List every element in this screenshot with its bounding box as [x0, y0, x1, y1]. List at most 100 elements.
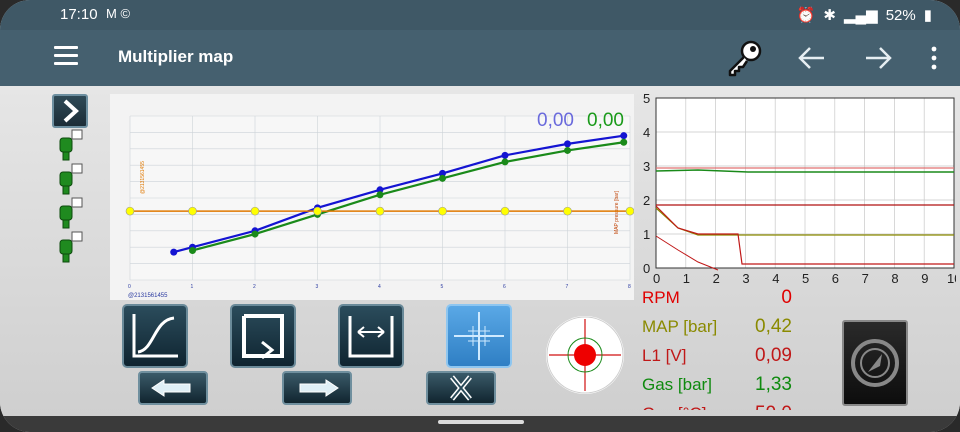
data-point — [438, 206, 447, 216]
navigation-bar — [0, 416, 960, 432]
arrow-left-icon[interactable] — [796, 42, 828, 74]
y-tick-label: 5 — [643, 91, 650, 106]
data-point — [251, 230, 259, 238]
x-tick-label: 3 — [316, 284, 319, 290]
readout-label: Gas [°C] — [642, 404, 706, 410]
readout-value: 0 — [781, 287, 792, 308]
hamburger-menu-icon[interactable] — [54, 46, 78, 66]
readout-blue: 0,00 — [537, 110, 574, 131]
alarm-icon: ⏰ — [796, 7, 816, 24]
data-point — [250, 206, 260, 216]
page-title: Multiplier map — [118, 47, 234, 66]
injector-column — [59, 129, 83, 263]
key-icon[interactable] — [722, 38, 766, 78]
x-tick-label: 7 — [566, 284, 569, 290]
data-point — [625, 206, 634, 216]
x-tick-label: 10 — [947, 271, 956, 286]
x-tick-label: 5 — [802, 271, 809, 286]
status-bar: 17:10 M © ⏰ ✱ ▂▄▆ 52% ▮ — [0, 0, 960, 30]
x-tick-label: 5 — [441, 284, 444, 290]
data-point — [125, 206, 135, 216]
x-tick-label: 0 — [128, 284, 131, 290]
rect-arrow-icon — [242, 314, 284, 360]
data-point — [501, 158, 509, 166]
status-time: 17:10 — [60, 6, 98, 23]
data-point — [375, 206, 385, 216]
x-tick-label: 6 — [832, 271, 839, 286]
close-icon — [450, 375, 472, 401]
data-point — [170, 248, 178, 256]
move-left-button[interactable] — [138, 371, 208, 405]
readout-row: Gas [°C] 59,0 — [640, 400, 800, 410]
data-point — [439, 174, 446, 182]
data-point — [564, 140, 571, 148]
data-point — [620, 138, 628, 146]
readout-row: RPM 0 — [640, 284, 800, 313]
notification-icons: M © — [106, 6, 131, 21]
data-point — [620, 132, 628, 140]
app-bar: Multiplier map — [0, 30, 960, 86]
home-indicator[interactable] — [438, 420, 524, 424]
chevron-right-icon[interactable] — [52, 94, 88, 128]
arrow-right-icon[interactable] — [862, 42, 894, 74]
arrow-right-icon — [299, 379, 339, 397]
width-button[interactable] — [338, 304, 404, 368]
readouts-panel: RPM 0 MAP [bar] 0,42 L1 [V] 0,09 Gas [bar] 1,33… — [640, 284, 800, 410]
more-vert-icon[interactable] — [924, 45, 944, 71]
width-icon — [348, 316, 394, 358]
gauge-icon — [851, 339, 899, 387]
data-point — [501, 151, 509, 159]
data-point — [189, 246, 196, 254]
gauge-button[interactable] — [842, 320, 908, 406]
curve-button[interactable] — [122, 304, 188, 368]
left-axis-code: @2131561455 — [140, 161, 146, 194]
multiplier-chart[interactable]: 0 1 2 3 4 5 6 7 8 @2131561455 @2131561455 MAP pr… — [110, 94, 634, 300]
y-tick-label: 3 — [643, 159, 650, 174]
y-tick-label: 0 — [643, 261, 650, 276]
x-tick-label: 6 — [503, 284, 506, 290]
data-point — [564, 146, 571, 154]
readout-value: 0,42 — [755, 316, 792, 337]
x-tick-label: 9 — [921, 271, 928, 286]
readout-green: 0,00 — [587, 110, 624, 131]
readout-label: Gas [bar] — [642, 375, 712, 394]
signal-icon: ▂▄▆ — [844, 7, 878, 24]
crosshair-button[interactable] — [446, 304, 512, 368]
battery-level: 52% — [885, 6, 916, 24]
status-right: ⏰ ✱ ▂▄▆ 52% ▮ — [796, 6, 932, 25]
y-tick-label: 1 — [643, 227, 650, 242]
bluetooth-icon: ✱ — [823, 7, 836, 24]
readout-value: 1,33 — [755, 374, 792, 395]
x-tick-label: 8 — [628, 284, 631, 290]
injector-icon — [59, 137, 73, 263]
data-point — [313, 206, 322, 216]
readout-row: L1 [V] 0,09 — [640, 342, 800, 371]
x-tick-label: 1 — [191, 284, 194, 290]
crosshair-icon — [454, 312, 504, 360]
readout-value: 0,09 — [755, 345, 792, 366]
right-axis-label: MAP pressure [bar] — [614, 190, 620, 234]
x-tick-label: 8 — [891, 271, 898, 286]
data-point — [376, 191, 384, 199]
readout-row: Gas [bar] 1,33 — [640, 371, 800, 400]
readout-label: RPM — [642, 288, 680, 307]
readout-label: L1 [V] — [642, 346, 687, 365]
move-right-button[interactable] — [282, 371, 352, 405]
rect-button[interactable] — [230, 304, 296, 368]
bottom-code: @2131561455 — [128, 293, 168, 299]
x-tick-label: 7 — [862, 271, 869, 286]
arrow-left-icon — [151, 379, 191, 397]
clear-button[interactable] — [426, 371, 496, 405]
target-icon[interactable] — [546, 316, 624, 394]
x-tick-label: 2 — [253, 284, 256, 290]
readout-row: MAP [bar] 0,42 — [640, 313, 800, 342]
data-point — [563, 206, 572, 216]
history-chart: 543210012345678910 — [643, 91, 956, 286]
y-tick-label: 4 — [643, 125, 650, 140]
y-tick-label: 2 — [643, 193, 650, 208]
x-tick-label: 4 — [378, 284, 381, 290]
battery-icon: ▮ — [923, 7, 932, 24]
screen: 17:10 M © ⏰ ✱ ▂▄▆ 52% ▮ Multiplier map 0… — [0, 0, 960, 432]
data-point — [188, 206, 197, 216]
data-point — [500, 206, 510, 216]
